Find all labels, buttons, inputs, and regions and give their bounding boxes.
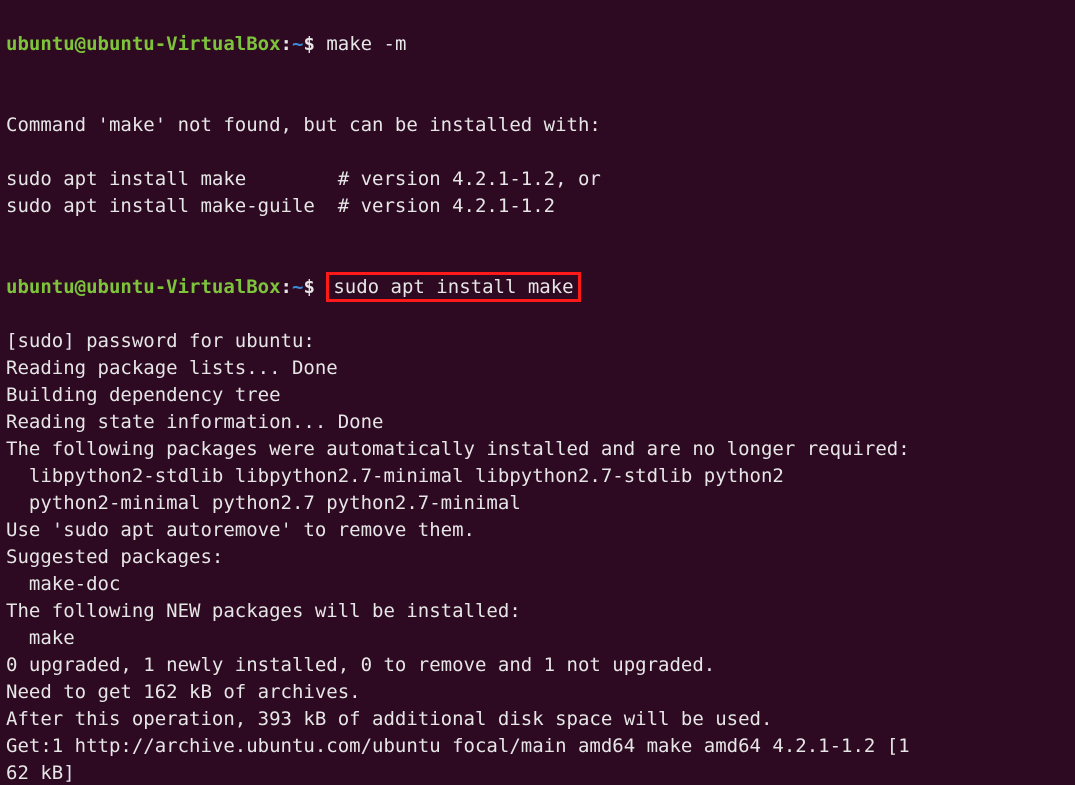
- terminal-output-line: sudo apt install make # version 4.2.1-1.…: [6, 166, 1069, 193]
- prompt-path: ~: [292, 276, 303, 298]
- terminal-output-line: Reading state information... Done: [6, 409, 1069, 436]
- prompt-colon: :: [281, 33, 292, 55]
- terminal-output-line: libpython2-stdlib libpython2.7-minimal l…: [6, 463, 1069, 490]
- terminal-output-line: Suggested packages:: [6, 544, 1069, 571]
- prompt-line-1: ubuntu@ubuntu-VirtualBox:~$ make -m: [6, 31, 1069, 58]
- terminal-output-line: 0 upgraded, 1 newly installed, 0 to remo…: [6, 652, 1069, 679]
- prompt-dollar: $: [303, 276, 314, 298]
- command-1: make -m: [326, 33, 406, 55]
- terminal-output-line: Need to get 162 kB of archives.: [6, 679, 1069, 706]
- command-text-1: [315, 33, 326, 55]
- terminal-output-line: The following packages were automaticall…: [6, 436, 1069, 463]
- prompt-dollar: $: [303, 33, 314, 55]
- terminal-output-line: 62 kB]: [6, 760, 1069, 785]
- terminal-output-line: make-doc: [6, 571, 1069, 598]
- prompt-colon: :: [281, 276, 292, 298]
- prompt-user-host: ubuntu@ubuntu-VirtualBox: [6, 33, 281, 55]
- terminal-output-line: Use 'sudo apt autoremove' to remove them…: [6, 517, 1069, 544]
- terminal-output-line: sudo apt install make-guile # version 4.…: [6, 193, 1069, 220]
- terminal-output-line: [6, 220, 1069, 247]
- prompt-line-2: ubuntu@ubuntu-VirtualBox:~$ sudo apt ins…: [6, 274, 1069, 301]
- prompt-path: ~: [292, 33, 303, 55]
- terminal-output-line: Get:1 http://archive.ubuntu.com/ubuntu f…: [6, 733, 1069, 760]
- terminal-output-line: Command 'make' not found, but can be ins…: [6, 112, 1069, 139]
- highlighted-command: sudo apt install make: [326, 272, 580, 302]
- terminal-output-line: [6, 139, 1069, 166]
- command-2: sudo apt install make: [333, 276, 573, 298]
- prompt-user-host: ubuntu@ubuntu-VirtualBox: [6, 276, 281, 298]
- terminal-output-line: make: [6, 625, 1069, 652]
- terminal-output-line: [sudo] password for ubuntu:: [6, 328, 1069, 355]
- terminal-output-line: [6, 85, 1069, 112]
- terminal-output-line: After this operation, 393 kB of addition…: [6, 706, 1069, 733]
- terminal-output-line: Reading package lists... Done: [6, 355, 1069, 382]
- terminal-output-line: python2-minimal python2.7 python2.7-mini…: [6, 490, 1069, 517]
- terminal-window[interactable]: ubuntu@ubuntu-VirtualBox:~$ make -m Comm…: [0, 0, 1075, 785]
- terminal-output-line: The following NEW packages will be insta…: [6, 598, 1069, 625]
- terminal-output-line: Building dependency tree: [6, 382, 1069, 409]
